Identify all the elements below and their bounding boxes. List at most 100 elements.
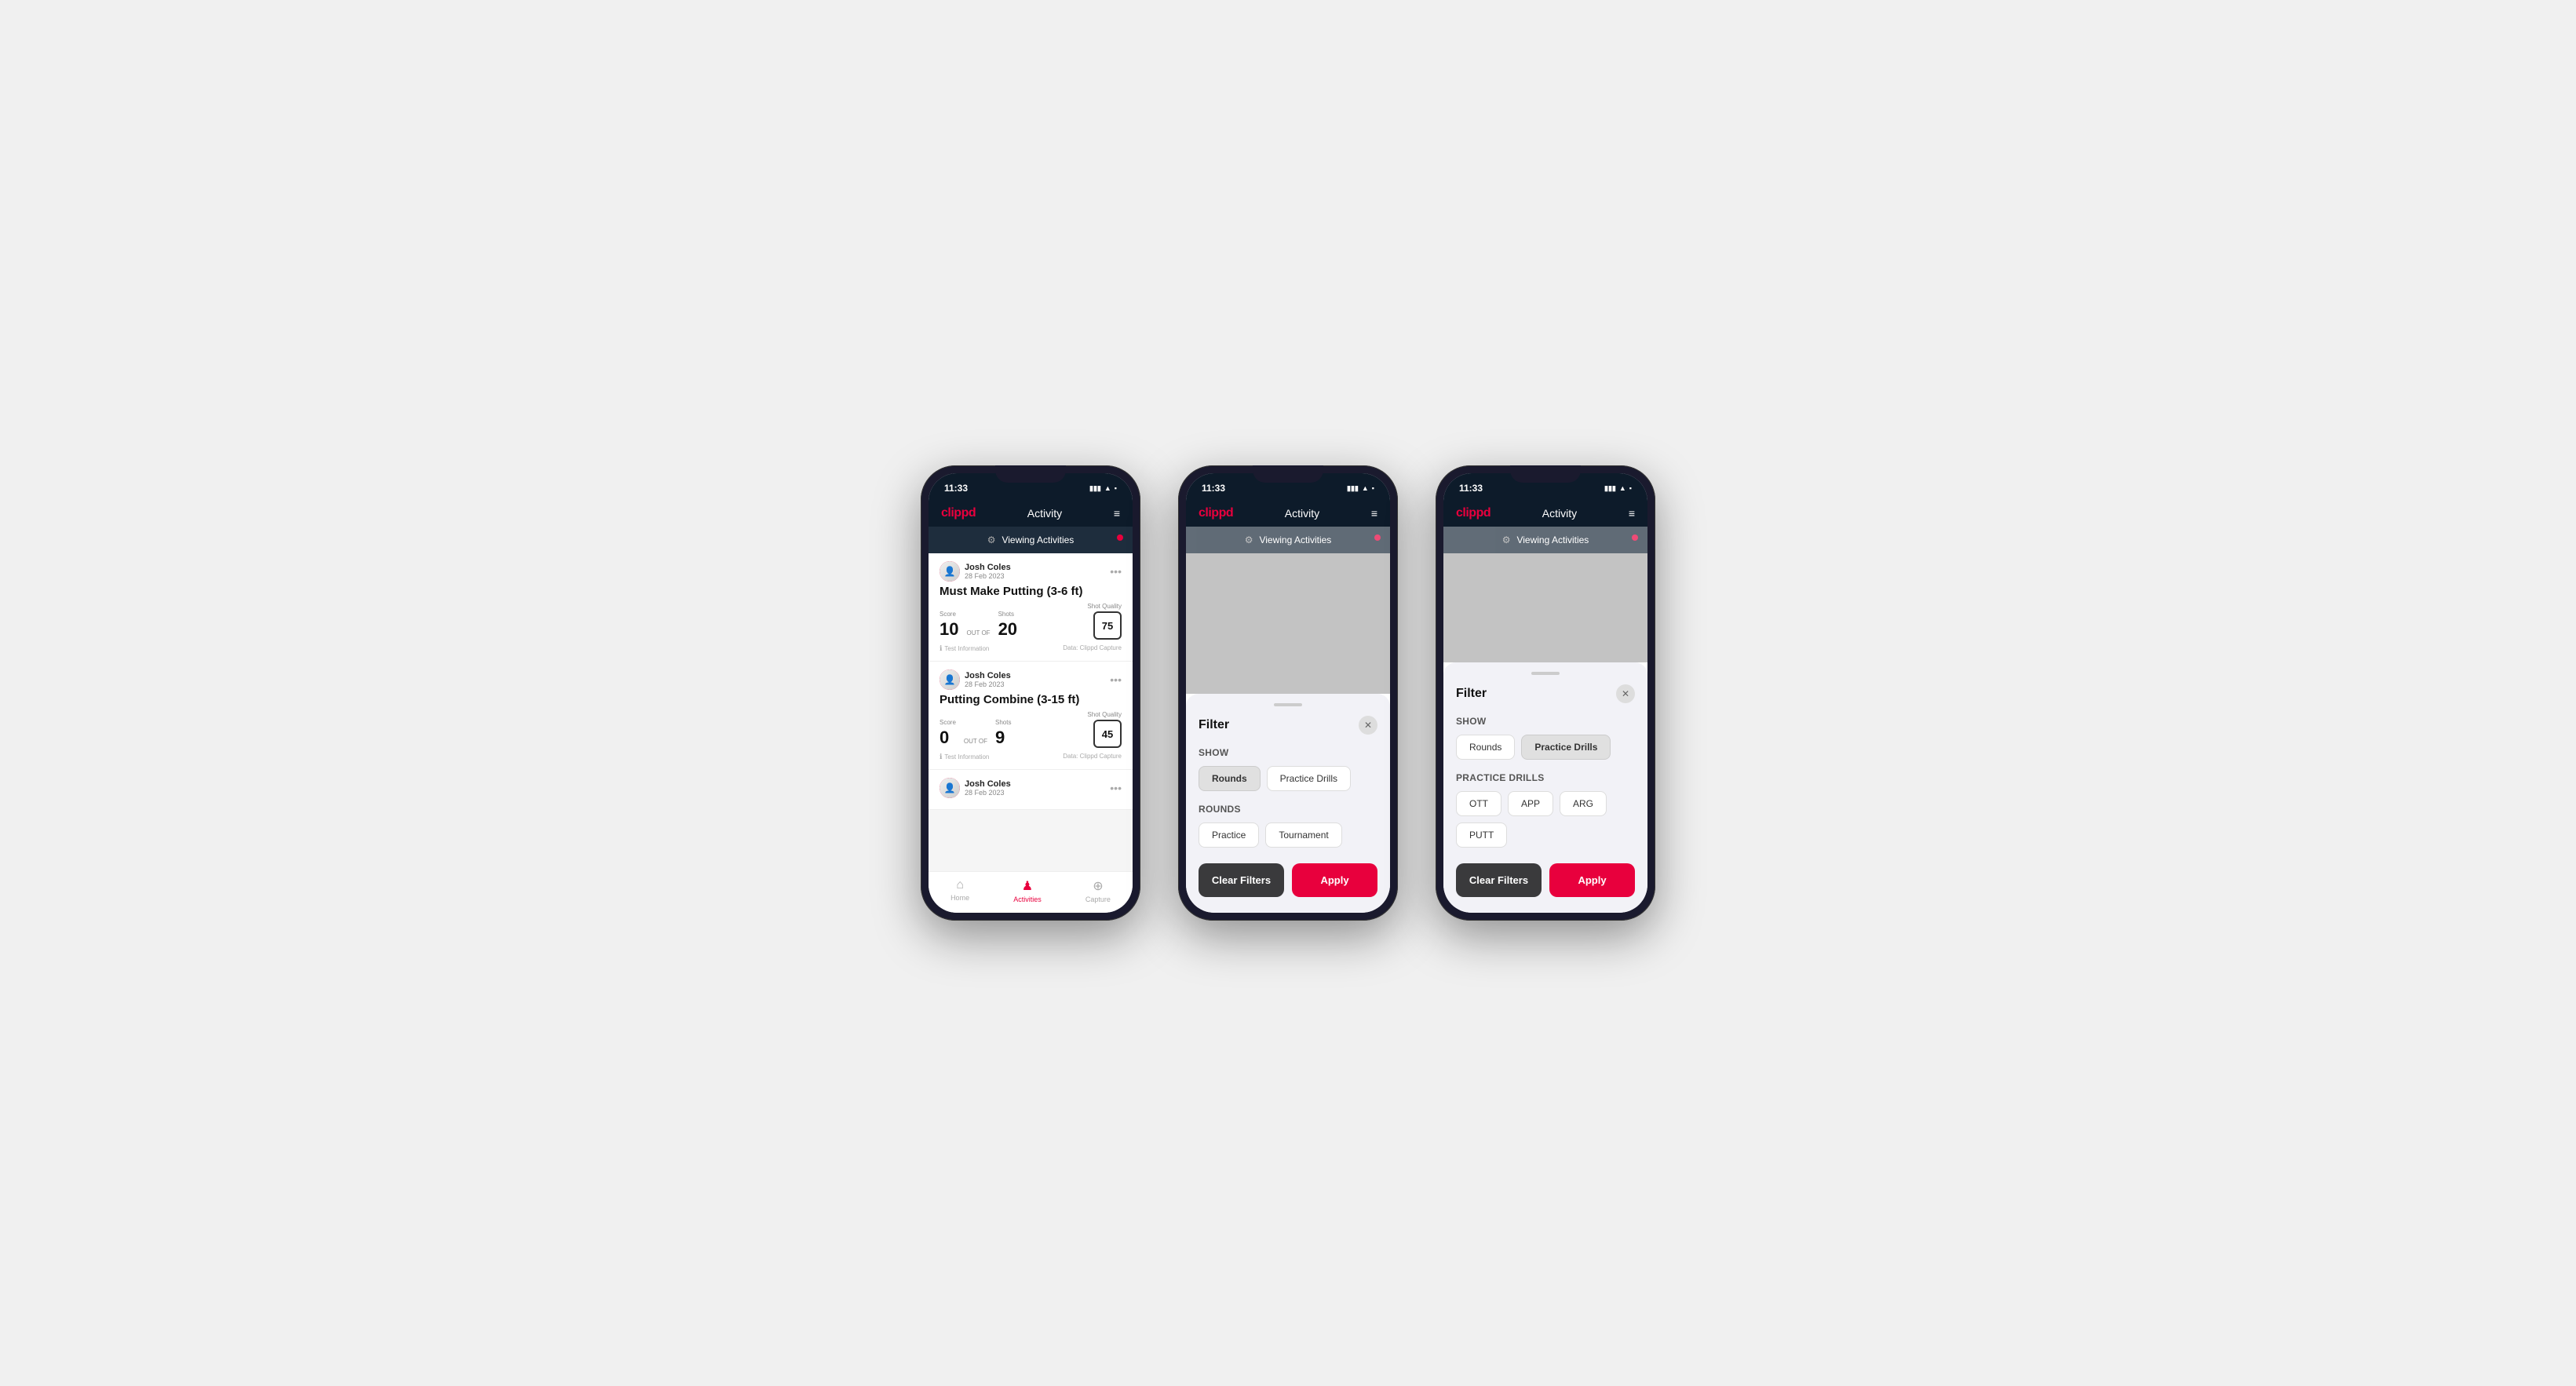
user-info-1: Josh Coles 28 Feb 2023 — [940, 561, 1011, 582]
practice-drills-btn-3[interactable]: Practice Drills — [1521, 735, 1611, 760]
tournament-btn-2[interactable]: Tournament — [1265, 822, 1341, 848]
phone-3-content: Filter ✕ Show Rounds Practice Drills Pra… — [1443, 553, 1647, 913]
score-1: 10 — [940, 619, 958, 639]
card-title-1: Must Make Putting (3-6 ft) — [940, 585, 1122, 598]
logo-2: clippd — [1199, 506, 1233, 520]
nav-home-1[interactable]: ⌂ Home — [950, 878, 969, 903]
show-label-3: Show — [1456, 716, 1635, 727]
score-label-1: Score — [940, 611, 958, 618]
status-icons-3: ▮▮▮ ▲ ▪ — [1604, 484, 1632, 493]
filter-modal-3: Filter ✕ Show Rounds Practice Drills Pra… — [1443, 662, 1647, 913]
info-icon-1: ℹ — [940, 644, 942, 653]
filter-close-btn-2[interactable]: ✕ — [1359, 716, 1377, 735]
sq-label-2: Shot Quality — [1087, 711, 1122, 718]
filter-dot-1 — [1117, 534, 1123, 541]
practice-drills-btn-2[interactable]: Practice Drills — [1267, 766, 1351, 791]
shots-2: 9 — [995, 728, 1005, 747]
viewing-bar-2: ⚙ Viewing Activities — [1186, 527, 1390, 553]
bottom-nav-1: ⌂ Home ♟ Activities ⊕ Capture — [929, 871, 1133, 913]
drills-label-3: Practice Drills — [1456, 772, 1635, 783]
drills-buttons-3: OTT APP ARG PUTT — [1456, 791, 1635, 848]
nav-activities-1[interactable]: ♟ Activities — [1013, 878, 1042, 903]
apply-btn-2[interactable]: Apply — [1292, 863, 1377, 897]
card-footer-2: ℹ Test Information Data: Clippd Capture — [940, 753, 1122, 761]
clear-filters-btn-3[interactable]: Clear Filters — [1456, 863, 1542, 897]
shots-1: 20 — [998, 619, 1017, 639]
activities-label-1: Activities — [1013, 895, 1042, 903]
viewing-bar-wrapper-1: ⚙ Viewing Activities — [929, 527, 1133, 553]
filter-close-btn-3[interactable]: ✕ — [1616, 684, 1635, 703]
status-time-2: 11:33 — [1202, 483, 1225, 494]
putt-btn-3[interactable]: PUTT — [1456, 822, 1507, 848]
practice-rounds-btn-2[interactable]: Practice — [1199, 822, 1259, 848]
nav-bar-1: clippd Activity ≡ — [929, 500, 1133, 527]
signal-icon-3: ▮▮▮ — [1604, 484, 1616, 493]
rounds-btn-3[interactable]: Rounds — [1456, 735, 1515, 760]
score-2: 0 — [940, 728, 949, 747]
data-source-1: Data: Clippd Capture — [1063, 644, 1122, 653]
more-dots-2[interactable]: ••• — [1110, 673, 1122, 686]
hamburger-icon-3[interactable]: ≡ — [1629, 507, 1635, 520]
notch — [995, 465, 1066, 483]
more-dots-3[interactable]: ••• — [1110, 782, 1122, 794]
battery-icon-2: ▪ — [1372, 484, 1374, 492]
hamburger-icon-2[interactable]: ≡ — [1371, 507, 1377, 520]
wifi-icon-2: ▲ — [1362, 484, 1369, 492]
filter-title-2: Filter — [1199, 718, 1229, 732]
user-name-1: Josh Coles — [965, 563, 1011, 572]
viewing-bar-wrapper-3: ⚙ Viewing Activities — [1443, 527, 1647, 553]
filter-dot-2 — [1374, 534, 1381, 541]
filter-header-3: Filter ✕ — [1456, 684, 1635, 703]
nav-capture-1[interactable]: ⊕ Capture — [1085, 878, 1111, 903]
activities-icon-1: ♟ — [1022, 878, 1033, 894]
viewing-bar-3: ⚙ Viewing Activities — [1443, 527, 1647, 553]
filter-header-2: Filter ✕ — [1199, 716, 1377, 735]
rounds-btn-2[interactable]: Rounds — [1199, 766, 1261, 791]
wifi-icon-3: ▲ — [1619, 484, 1626, 492]
hamburger-icon-1[interactable]: ≡ — [1114, 507, 1120, 520]
info-icon-2: ℹ — [940, 753, 942, 761]
notch-2 — [1253, 465, 1323, 483]
phone-2: 11:33 ▮▮▮ ▲ ▪ clippd Activity ≡ ⚙ Viewin… — [1178, 465, 1398, 921]
dimmed-bg-3 — [1443, 553, 1647, 662]
shots-label-1: Shots — [998, 611, 1017, 618]
viewing-bar-1[interactable]: ⚙ Viewing Activities — [929, 527, 1133, 553]
show-section-3: Show Rounds Practice Drills — [1456, 716, 1635, 760]
clear-filters-btn-2[interactable]: Clear Filters — [1199, 863, 1284, 897]
user-date-2: 28 Feb 2023 — [965, 680, 1011, 688]
battery-icon-3: ▪ — [1629, 484, 1632, 492]
filter-handle-2 — [1274, 703, 1302, 706]
user-info-2: Josh Coles 28 Feb 2023 — [940, 669, 1011, 690]
show-buttons-2: Rounds Practice Drills — [1199, 766, 1377, 791]
out-of-2: OUT OF — [964, 738, 987, 745]
rounds-buttons-2: Practice Tournament — [1199, 822, 1377, 848]
app-btn-3[interactable]: APP — [1508, 791, 1553, 816]
avatar-3 — [940, 778, 960, 798]
nav-title-3: Activity — [1542, 507, 1577, 520]
data-source-2: Data: Clippd Capture — [1063, 753, 1122, 761]
signal-icon-2: ▮▮▮ — [1347, 484, 1359, 493]
arg-btn-3[interactable]: ARG — [1560, 791, 1607, 816]
status-icons-2: ▮▮▮ ▲ ▪ — [1347, 484, 1374, 493]
logo-3: clippd — [1456, 506, 1491, 520]
ott-btn-3[interactable]: OTT — [1456, 791, 1501, 816]
phone-3: 11:33 ▮▮▮ ▲ ▪ clippd Activity ≡ ⚙ Viewin… — [1436, 465, 1655, 921]
home-icon-1: ⌂ — [956, 878, 964, 892]
filter-modal-2: Filter ✕ Show Rounds Practice Drills Rou… — [1186, 694, 1390, 913]
test-info-1: Test Information — [944, 645, 989, 652]
activity-card-1: Josh Coles 28 Feb 2023 ••• Must Make Put… — [929, 553, 1133, 662]
user-name-3: Josh Coles — [965, 779, 1011, 789]
filter-title-3: Filter — [1456, 687, 1487, 701]
user-date-1: 28 Feb 2023 — [965, 572, 1011, 580]
shots-label-2: Shots — [995, 719, 1011, 726]
status-icons-1: ▮▮▮ ▲ ▪ — [1089, 484, 1117, 493]
activity-card-2: Josh Coles 28 Feb 2023 ••• Putting Combi… — [929, 662, 1133, 770]
filter-dot-3 — [1632, 534, 1638, 541]
status-time-1: 11:33 — [944, 483, 968, 494]
filter-actions-3: Clear Filters Apply — [1456, 863, 1635, 897]
nav-bar-2: clippd Activity ≡ — [1186, 500, 1390, 527]
user-date-3: 28 Feb 2023 — [965, 789, 1011, 797]
apply-btn-3[interactable]: Apply — [1549, 863, 1635, 897]
avatar-2 — [940, 669, 960, 690]
more-dots-1[interactable]: ••• — [1110, 565, 1122, 578]
